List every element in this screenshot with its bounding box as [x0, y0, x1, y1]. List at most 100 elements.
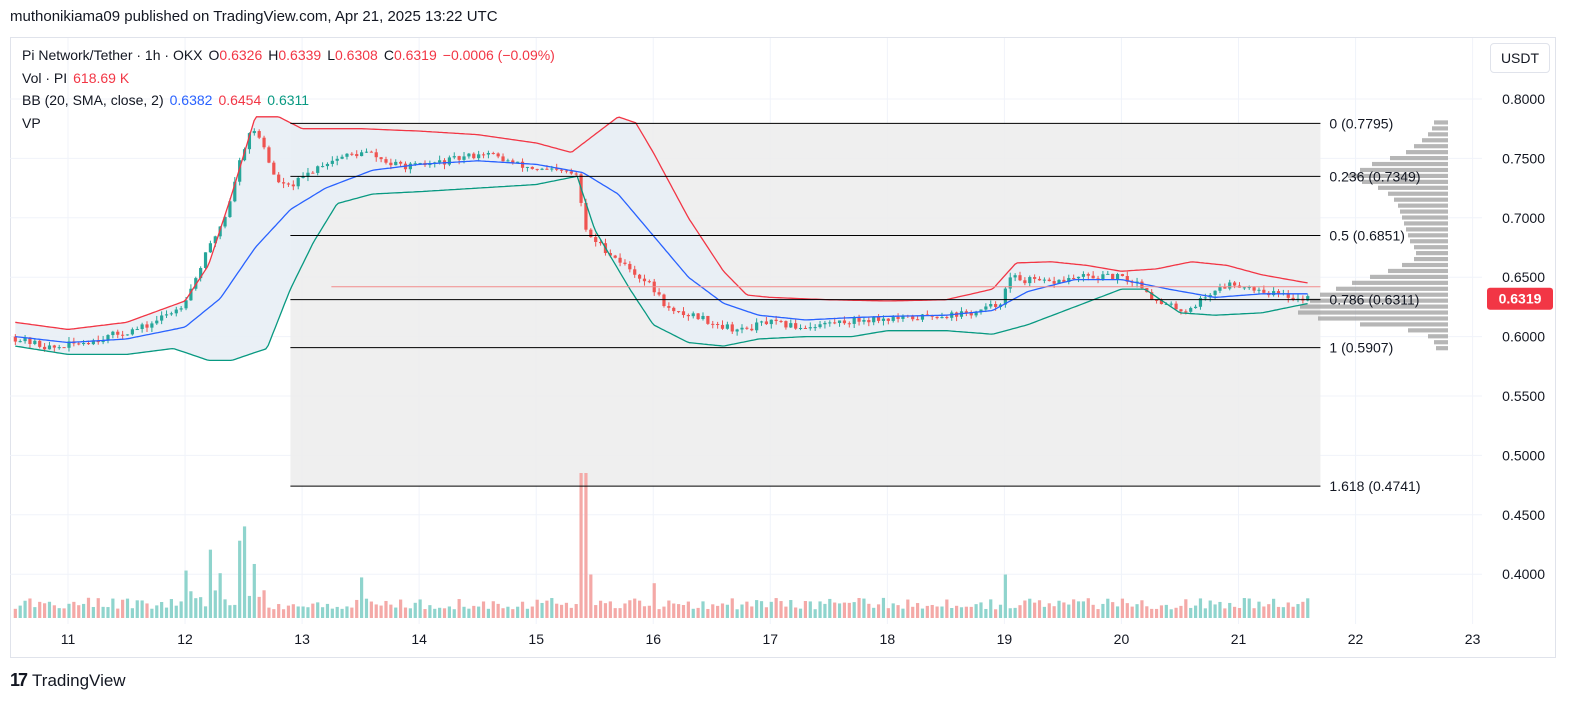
candle-body	[155, 320, 159, 324]
candle-body	[935, 316, 939, 319]
candle-body	[496, 153, 500, 157]
fib-level-label: 1.618 (0.4741)	[1329, 478, 1420, 494]
volume-bar	[872, 607, 876, 618]
volume-bar	[233, 604, 237, 618]
volume-bar	[247, 595, 252, 618]
volume-bar	[394, 607, 398, 618]
candle-body	[1101, 274, 1105, 280]
volume-bar	[818, 601, 822, 618]
candle-body	[1276, 291, 1281, 294]
volume-bar	[62, 608, 66, 618]
volume-bar	[589, 574, 593, 618]
candle-body	[384, 159, 388, 163]
volume-bar	[242, 526, 247, 618]
candle-body	[111, 331, 115, 336]
ohlc-row[interactable]: Pi Network/Tether · 1h · OKX O0.6326 H0.…	[22, 44, 555, 67]
candle-body	[779, 320, 783, 322]
volume-bar	[686, 601, 690, 618]
volume-bar	[277, 604, 281, 618]
candle-body	[784, 321, 788, 328]
volume-bar	[516, 606, 520, 618]
volume-bar	[174, 605, 178, 618]
candle-body	[672, 307, 676, 312]
volume-bar	[1106, 598, 1110, 618]
volume-bar	[155, 605, 159, 618]
candle-body	[140, 324, 144, 330]
fib-level-label: 0 (0.7795)	[1329, 115, 1393, 131]
volume-bar	[759, 601, 764, 618]
volume-bar	[496, 603, 500, 618]
volume-bar	[462, 606, 466, 618]
candle-body	[628, 263, 632, 270]
volume-profile-bar	[1410, 239, 1448, 244]
volume-bar	[906, 599, 910, 618]
volume-bar	[350, 607, 354, 618]
volume-bar	[1154, 608, 1159, 618]
volume-bar	[1018, 605, 1022, 618]
volume-bar	[779, 601, 783, 618]
candle-body	[1174, 303, 1178, 310]
candle-body	[1081, 274, 1086, 277]
candle-body	[1028, 277, 1032, 284]
tradingview-logo[interactable]: 17 TradingView	[10, 670, 126, 691]
candle-body	[77, 343, 81, 345]
volume-bar	[433, 608, 437, 618]
volume-bar	[33, 607, 37, 618]
candle-body	[550, 168, 554, 170]
volume-bar	[408, 608, 412, 618]
volume-bar	[472, 605, 476, 618]
volume-bar	[355, 599, 359, 618]
volume-bar	[1281, 607, 1285, 618]
vp-row[interactable]: VP	[22, 112, 555, 135]
volume-bar	[467, 608, 471, 618]
volume-bar	[1272, 598, 1276, 618]
candle-body	[330, 160, 334, 164]
symbol-label[interactable]: Pi Network/Tether · 1h · OKX	[22, 44, 203, 67]
candle-body	[833, 322, 837, 324]
candle-body	[1076, 276, 1081, 279]
close-value: 0.6319	[393, 47, 437, 63]
volume-bar	[345, 606, 349, 618]
candle-body	[813, 327, 817, 329]
volume-bar	[389, 604, 393, 618]
bb-row[interactable]: BB (20, SMA, close, 2) 0.6382 0.6454 0.6…	[22, 89, 555, 112]
volume-bar	[252, 563, 256, 618]
volume-bar	[96, 598, 100, 618]
volume-bar	[881, 597, 886, 618]
candle-body	[130, 329, 134, 335]
volume-profile-bar	[1394, 197, 1448, 202]
candle-body	[711, 323, 715, 325]
volume-bar	[135, 600, 139, 618]
candle-body	[184, 300, 188, 309]
volume-bar	[1076, 601, 1081, 618]
candle-body	[1091, 275, 1095, 279]
volume-row[interactable]: Vol · PI 618.69 K	[22, 67, 555, 90]
volume-bar	[218, 573, 222, 618]
candle-body	[1018, 275, 1022, 281]
candle-body	[208, 243, 213, 253]
candle-body	[462, 156, 466, 160]
volume-bar	[574, 604, 578, 618]
y-tick-label: 0.5000	[1502, 447, 1545, 463]
volume-bar	[57, 608, 61, 618]
volume-profile-bar	[1398, 203, 1448, 208]
candle-body	[350, 153, 354, 155]
volume-bar	[160, 601, 164, 618]
volume-bar	[301, 606, 305, 618]
volume-profile-bar	[1406, 227, 1448, 232]
volume-bar	[111, 598, 115, 618]
candle-body	[1242, 287, 1246, 289]
volume-bar	[1169, 609, 1173, 618]
volume-profile-bar	[1408, 233, 1448, 238]
volume-bar	[672, 603, 676, 618]
volume-bar	[803, 601, 808, 618]
volume-bar	[681, 605, 686, 618]
candle-body	[150, 323, 154, 328]
candle-body	[501, 156, 505, 162]
candle-body	[559, 169, 564, 171]
candle-body	[355, 154, 359, 157]
volume-bar	[199, 597, 203, 618]
candle-body	[1232, 282, 1237, 286]
currency-button[interactable]: USDT	[1490, 43, 1550, 73]
volume-bar	[1067, 604, 1071, 618]
